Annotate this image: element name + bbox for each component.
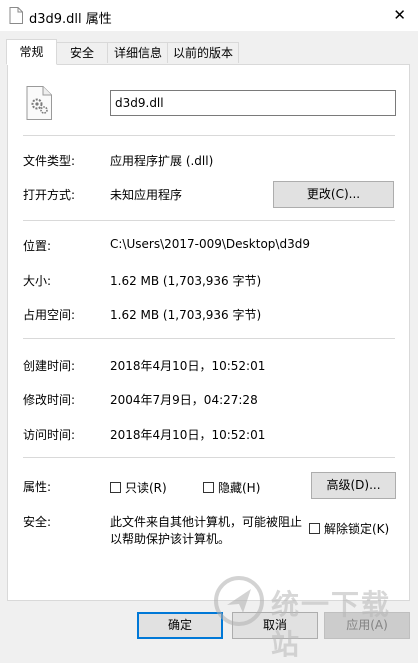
unblock-checkbox-label: 解除锁定(K) [324,522,390,536]
file-type-value: 应用程序扩展 (.dll) [110,154,214,168]
close-icon[interactable]: ✕ [393,6,406,24]
readonly-checkbox[interactable]: 只读(R) [110,479,167,496]
size-on-disk-value: 1.62 MB (1,703,936 字节) [110,308,262,322]
size-label: 大小: [23,274,52,288]
change-button[interactable]: 更改(C)... [273,181,394,208]
general-panel: 文件类型: 应用程序扩展 (.dll) 打开方式: 未知应用程序 更改(C)..… [7,64,410,601]
dll-gear-file-icon [26,86,52,120]
opens-with-value: 未知应用程序 [110,188,183,202]
opens-with-label: 打开方式: [23,188,76,202]
location-label: 位置: [23,239,52,253]
created-value: 2018年4月10日，10:52:01 [110,359,266,373]
hidden-checkbox[interactable]: 隐藏(H) [203,479,260,496]
modified-value: 2004年7月9日，04:27:28 [110,393,258,407]
file-icon [9,7,23,24]
location-value: C:\Users\2017-009\Desktop\d3d9 [110,237,310,251]
created-label: 创建时间: [23,359,76,373]
unblock-checkbox[interactable]: 解除锁定(K) [309,520,389,537]
divider [23,457,395,458]
checkbox-box[interactable] [309,523,320,534]
advanced-button[interactable]: 高级(D)... [311,472,396,499]
title-bar: d3d9.dll 属性 ✕ [0,0,418,31]
watermark: 统一下载站 [209,571,415,661]
window-title: d3d9.dll 属性 [29,12,112,27]
modified-label: 修改时间: [23,393,76,407]
security-message-line2: 以帮助保护该计算机。 [110,532,231,546]
accessed-value: 2018年4月10日，10:52:01 [110,428,266,442]
size-value: 1.62 MB (1,703,936 字节) [110,274,262,288]
watermark-logo-icon [214,576,264,626]
file-type-label: 文件类型: [23,154,76,168]
readonly-checkbox-label: 只读(R) [125,481,167,495]
file-name-field[interactable] [110,90,396,116]
accessed-label: 访问时间: [23,428,76,442]
divider [23,220,395,221]
checkbox-box[interactable] [110,482,121,493]
hidden-checkbox-label: 隐藏(H) [218,481,261,495]
tab-previous-versions[interactable]: 以前的版本 [167,42,239,63]
divider [23,135,395,136]
watermark-text: 统一下载站 [271,588,392,661]
checkbox-box[interactable] [203,482,214,493]
tab-details[interactable]: 详细信息 [107,42,169,63]
security-message-line1: 此文件来自其他计算机，可能被阻止 [110,515,303,529]
attributes-label: 属性: [23,480,52,494]
security-label: 安全: [23,515,52,529]
tab-general[interactable]: 常规 [6,39,57,65]
size-on-disk-label: 占用空间: [23,308,76,322]
tab-security[interactable]: 安全 [55,42,109,63]
divider [23,338,395,339]
